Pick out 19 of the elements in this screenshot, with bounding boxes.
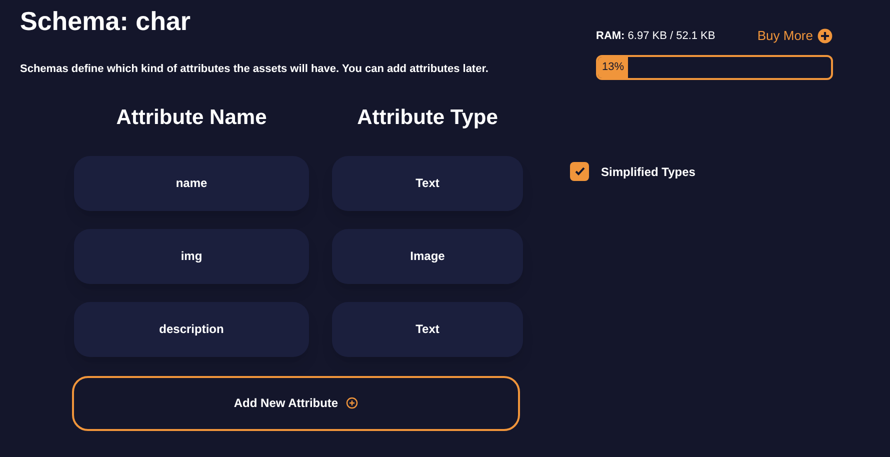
percent-label: 13%: [602, 60, 624, 75]
attribute-name-cell: description: [74, 302, 309, 356]
attribute-type-cell: Text: [332, 302, 523, 356]
attribute-type-cell: Text: [332, 156, 523, 210]
add-attribute-button[interactable]: Add New Attribute: [72, 376, 520, 430]
attribute-name-cell: img: [74, 228, 309, 284]
description-text: Schemas define which kind of attributes the assets will have. You can add attributes later.: [20, 62, 488, 77]
check-icon: [574, 165, 586, 177]
plus-icon: [346, 397, 358, 409]
ram-usage: RAM: 6.97 KB / 52.1 KB: [596, 28, 716, 44]
column-header: Attribute Name: [115, 104, 268, 130]
attribute-name-cell: name: [74, 156, 309, 210]
plus-icon: [817, 28, 833, 44]
page-title: Schema: char: [20, 5, 192, 38]
attribute-type-cell: Image: [332, 228, 523, 284]
checkbox-label: Simplified Types: [601, 164, 696, 180]
buy-more-button[interactable]: Buy More: [757, 26, 833, 46]
simplified-types-checkbox[interactable]: [570, 162, 589, 180]
column-header: Attribute Type: [356, 104, 499, 130]
